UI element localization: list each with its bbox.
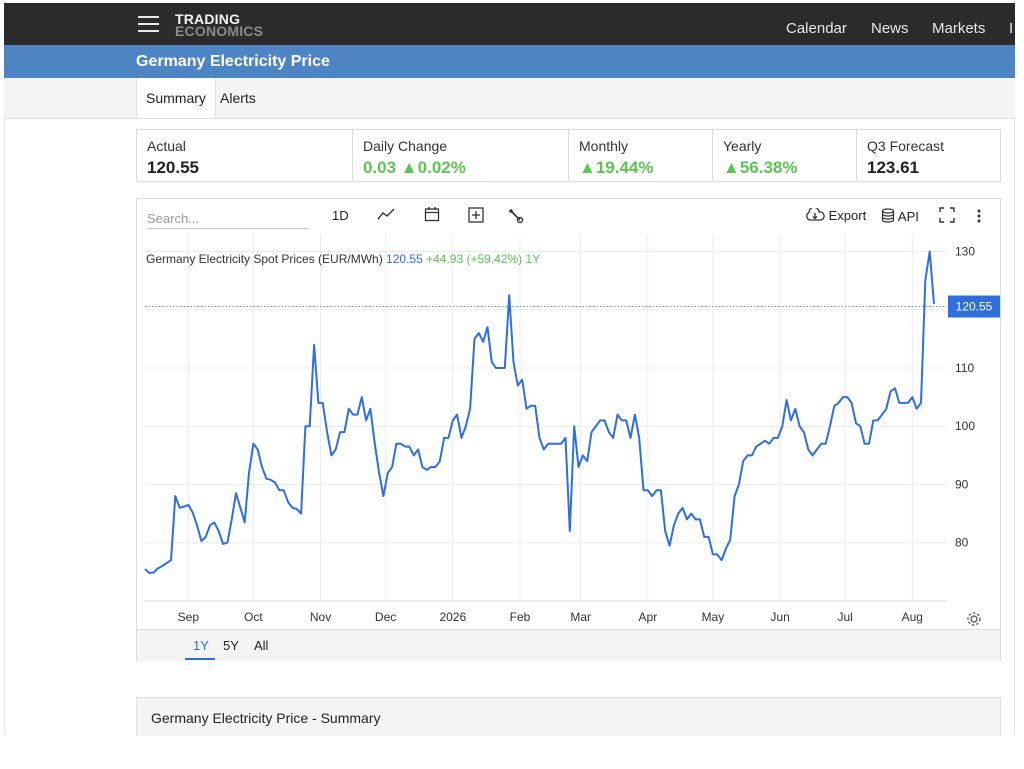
- chart-type-line-icon[interactable]: [377, 207, 395, 224]
- stat-value: 0.03 ▲0.02%: [363, 158, 466, 177]
- top-nav-bar: TRADING ECONOMICS Calendar News Markets …: [4, 3, 1015, 45]
- chart-legend: Germany Electricity Spot Prices (EUR/MWh…: [146, 252, 540, 266]
- last-value-tag-label: 120.55: [956, 300, 993, 314]
- nav-link-calendar[interactable]: Calendar: [786, 3, 847, 45]
- x-tick-label: Jul: [837, 610, 852, 624]
- interval-1d-button[interactable]: 1D: [332, 208, 349, 223]
- stat-value: 123.61: [867, 158, 919, 177]
- summary-section-header: Germany Electricity Price - Summary: [136, 697, 1001, 736]
- x-tick-label: 2026: [439, 610, 466, 624]
- stat-value: 120.55: [147, 158, 199, 177]
- x-tick-label: Apr: [639, 610, 658, 624]
- indicators-wrench-icon[interactable]: [508, 208, 524, 227]
- chart-panel: 80 90 100 110 130 Sep Oct Nov Dec 2026 Feb Mar Apr Ma…: [136, 198, 1001, 661]
- fullscreen-icon[interactable]: [939, 207, 955, 226]
- x-tick-label: Jun: [770, 610, 789, 624]
- cloud-download-icon: [806, 206, 825, 221]
- nav-link-markets[interactable]: Markets: [932, 3, 985, 45]
- chart-settings-gear-icon[interactable]: [966, 611, 982, 630]
- range-1y-button[interactable]: 1Y: [193, 638, 209, 653]
- stat-label: Monthly: [579, 138, 629, 154]
- x-tick-label: Nov: [310, 610, 331, 624]
- tab-summary[interactable]: Summary: [136, 78, 216, 118]
- range-selector-bar: 1Y 5Y All: [137, 629, 1000, 661]
- nav-link-truncated[interactable]: I: [1009, 3, 1013, 45]
- logo-line-2: ECONOMICS: [175, 23, 264, 39]
- stat-value: ▲19.44%: [579, 158, 654, 177]
- nav-link-news[interactable]: News: [871, 3, 909, 45]
- stat-actual: Actual 120.55: [137, 130, 353, 181]
- stat-monthly: Monthly ▲19.44%: [569, 130, 713, 181]
- x-tick-label: Sep: [178, 610, 200, 624]
- stats-row: Actual 120.55 Daily Change 0.03 ▲0.02% M…: [136, 129, 1001, 182]
- x-tick-label: Feb: [510, 610, 531, 624]
- x-tick-label: Mar: [570, 610, 591, 624]
- export-label: Export: [828, 208, 867, 223]
- price-series-line: [144, 250, 935, 574]
- more-options-icon[interactable]: [976, 208, 982, 227]
- active-range-underline: [185, 658, 215, 660]
- trading-economics-logo[interactable]: TRADING ECONOMICS: [175, 12, 264, 39]
- y-tick-label: 90: [955, 477, 969, 491]
- api-label: API: [897, 209, 919, 224]
- y-tick-label: 110: [955, 361, 974, 375]
- stat-label: Yearly: [723, 138, 762, 154]
- stat-value: ▲56.38%: [723, 158, 798, 177]
- x-tick-label: May: [702, 610, 725, 624]
- search-input[interactable]: Search...: [147, 209, 309, 229]
- page-title: Germany Electricity Price: [136, 53, 330, 70]
- stat-label: Daily Change: [363, 138, 448, 154]
- calendar-icon[interactable]: [424, 206, 440, 225]
- y-tick-label: 130: [955, 244, 975, 258]
- hamburger-menu-icon[interactable]: [138, 16, 159, 32]
- x-tick-label: Aug: [902, 610, 923, 624]
- range-all-button[interactable]: All: [254, 638, 268, 653]
- y-tick-label: 100: [955, 419, 975, 433]
- tabs-bar: Summary Alerts: [4, 78, 1015, 119]
- summary-title: Germany Electricity Price - Summary: [151, 710, 381, 726]
- page-title-bar: Germany Electricity Price: [4, 45, 1015, 78]
- tab-alerts[interactable]: Alerts: [211, 78, 265, 118]
- y-tick-label: 80: [955, 536, 969, 550]
- price-line-chart[interactable]: 80 90 100 110 130 Sep Oct Nov Dec 2026 Feb Mar Apr Ma…: [137, 199, 1000, 629]
- export-button[interactable]: Export: [805, 206, 867, 223]
- stat-label: Q3 Forecast: [867, 138, 945, 154]
- range-5y-button[interactable]: 5Y: [223, 638, 239, 653]
- x-tick-label: Oct: [244, 610, 263, 624]
- x-tick-label: Dec: [375, 610, 396, 624]
- stat-yearly: Yearly ▲56.38%: [713, 130, 857, 181]
- database-icon: [881, 208, 895, 223]
- stat-daily-change: Daily Change 0.03 ▲0.02%: [353, 130, 569, 181]
- api-button[interactable]: API: [881, 208, 919, 224]
- compare-add-icon[interactable]: [468, 207, 484, 226]
- stat-label: Actual: [147, 138, 186, 154]
- stat-q3-forecast: Q3 Forecast 123.61: [857, 130, 1000, 181]
